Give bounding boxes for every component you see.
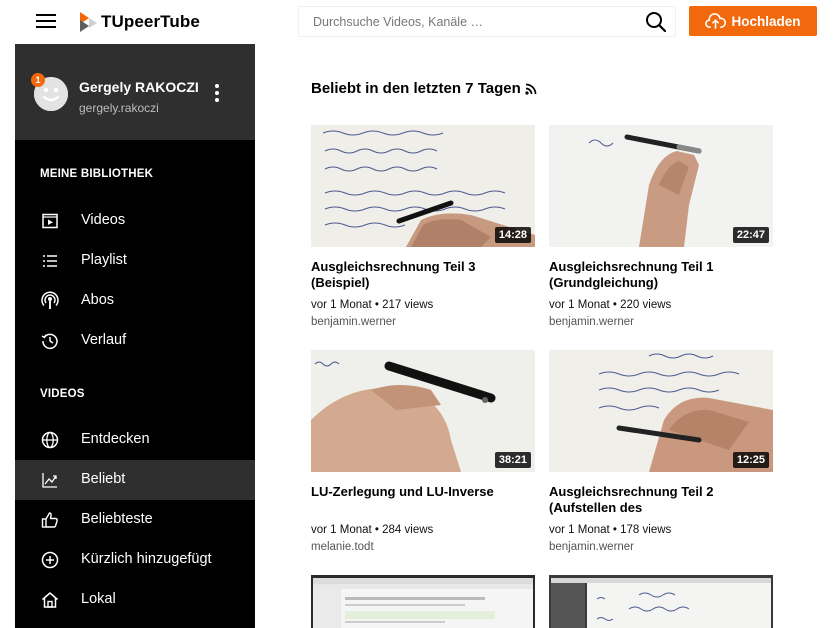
sidebar-item-label: Beliebteste [81,511,153,527]
logo[interactable]: TUpeerTube [78,9,200,35]
sidebar-item-label: Playlist [81,252,127,268]
logo-text: TUpeerTube [101,12,200,31]
sidebar-item-kuerzlich[interactable]: Kürzlich hinzugefügt [15,540,255,580]
sidebar-item-beliebt[interactable]: Beliebt [15,460,255,500]
video-title[interactable]: Ausgleichsrechnung Teil 1 (Grundgleichun… [549,259,773,291]
user-name[interactable]: Gergely RAKOCZI [79,79,199,95]
globe-icon [41,431,59,449]
plus-circle-icon [41,551,59,569]
video-title[interactable]: LU-Zerlegung und LU-Inverse [311,484,535,500]
video-thumbnail[interactable] [549,575,773,628]
top-bar: TUpeerTube Hochladen [0,0,839,44]
sidebar-item-beliebteste[interactable]: Beliebteste [15,500,255,540]
video-duration: 14:28 [494,227,531,243]
screen-recording-thumbnail-image [549,575,773,628]
sidebar-item-verlauf[interactable]: Verlauf [15,321,255,361]
video-duration: 38:21 [494,452,531,468]
more-options-icon[interactable] [211,83,223,105]
menu-icon[interactable] [36,13,56,29]
sidebar-item-label: Videos [81,212,126,228]
sidebar-item-lokal[interactable]: Lokal [15,580,255,620]
video-thumbnail[interactable]: 22:47 [549,125,773,247]
sidebar-item-label: Kürzlich hinzugefügt [81,551,212,567]
video-title[interactable]: Ausgleichsrechnung Teil 2 (Aufstellen de… [549,484,773,516]
history-icon [41,333,58,350]
video-thumbnail[interactable]: 38:21 [311,350,535,472]
user-handle: gergely.rakoczi [79,101,159,115]
subscriptions-icon [41,291,59,309]
video-channel[interactable]: melanie.todt [311,541,374,553]
video-meta: vor 1 Monat • 178 views [549,524,672,536]
page-title-text: Beliebt in den letzten 7 Tagen [311,80,521,97]
video-meta: vor 1 Monat • 217 views [311,299,434,311]
library-section-title: MEINE BIBLIOTHEK [40,168,154,180]
videos-icon [42,213,58,229]
videos-section-title: VIDEOS [40,388,85,400]
video-title[interactable]: Ausgleichsrechnung Teil 3 (Beispiel) [311,259,535,291]
playlist-icon [43,255,57,267]
sidebar-item-abos[interactable]: Abos [15,281,255,321]
screen-recording-thumbnail-image [311,575,535,628]
video-duration: 12:25 [732,452,769,468]
cloud-upload-icon [705,13,727,29]
sidebar-item-entdecken[interactable]: Entdecken [15,420,255,460]
sidebar-item-playlist[interactable]: Playlist [15,241,255,281]
video-card-partial[interactable] [549,575,773,628]
video-channel[interactable]: benjamin.werner [549,541,634,553]
video-channel[interactable]: benjamin.werner [311,316,396,328]
sidebar-item-label: Abos [81,292,115,308]
video-thumbnail[interactable]: 14:28 [311,125,535,247]
sidebar-item-videos[interactable]: Videos [15,201,255,241]
video-thumbnail[interactable]: 12:25 [549,350,773,472]
rss-feed-icon[interactable] [525,83,537,95]
thumbs-up-icon [41,512,58,528]
sidebar-item-label: Lokal [81,591,116,607]
search-icon[interactable] [645,11,667,33]
upload-label: Hochladen [731,13,801,29]
home-icon [42,592,58,608]
video-duration: 22:47 [732,227,769,243]
notification-badge[interactable]: 1 [31,73,45,87]
upload-button[interactable]: Hochladen [689,6,817,36]
page-title: Beliebt in den letzten 7 Tagen [311,80,537,97]
video-meta: vor 1 Monat • 284 views [311,524,434,536]
sidebar-item-label: Entdecken [81,431,150,447]
video-channel[interactable]: benjamin.werner [549,316,634,328]
user-block: 1 Gergely RAKOCZI gergely.rakoczi [15,44,255,140]
video-card-partial[interactable] [311,575,535,628]
search-input[interactable] [299,7,629,36]
sidebar-item-label: Verlauf [81,332,127,348]
sidebar: 1 Gergely RAKOCZI gergely.rakoczi MEINE … [15,44,255,628]
sidebar-item-label: Beliebt [81,471,126,487]
search-bar [298,6,676,37]
video-meta: vor 1 Monat • 220 views [549,299,672,311]
logo-icon [80,12,97,32]
trending-icon [42,473,57,488]
video-thumbnail[interactable] [311,575,535,628]
